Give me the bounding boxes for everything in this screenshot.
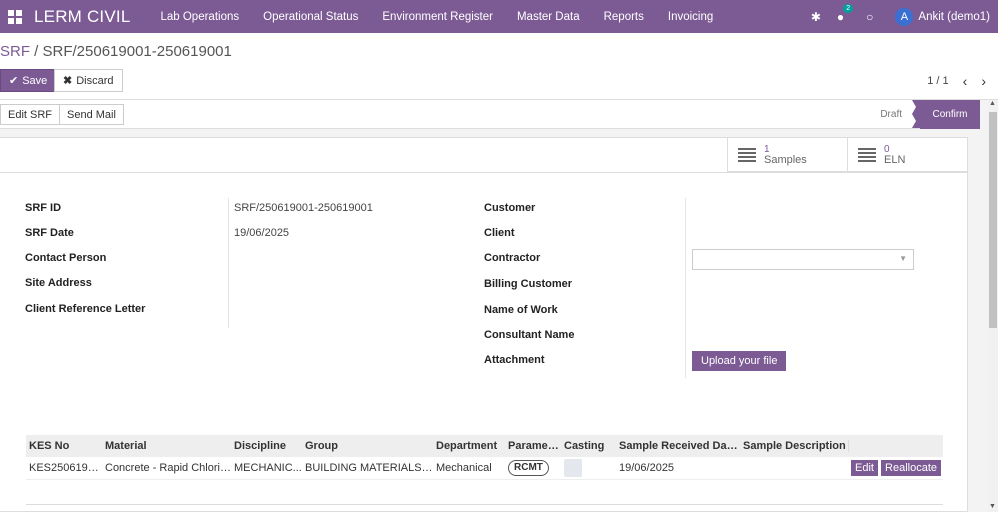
field-separator — [228, 198, 229, 328]
srf-date-label: SRF Date — [25, 227, 74, 239]
menu-reports[interactable]: Reports — [592, 11, 656, 23]
pager-next-icon[interactable]: › — [981, 73, 986, 89]
cell-department: Mechanical — [436, 462, 492, 474]
name-of-work-label: Name of Work — [484, 304, 558, 316]
field-separator — [685, 198, 686, 378]
menu-lab-operations[interactable]: Lab Operations — [148, 11, 251, 23]
divider — [0, 172, 968, 173]
site-address-label: Site Address — [25, 277, 92, 289]
send-mail-button[interactable]: Send Mail — [59, 104, 124, 125]
th-discipline[interactable]: Discipline — [231, 440, 302, 452]
srf-id-label: SRF ID — [25, 202, 62, 214]
stage-confirm[interactable]: Confirm — [912, 100, 980, 129]
check-icon: ✔ — [9, 75, 19, 87]
customer-label: Customer — [484, 202, 536, 214]
save-button[interactable]: ✔ Save — [0, 69, 57, 92]
form-statusbar: Edit SRF Send Mail Draft Confirm — [0, 100, 980, 129]
divider — [26, 504, 943, 505]
control-panel: SRF / SRF/250619001-250619001 ✔ Save ✖ D… — [0, 33, 998, 100]
top-navbar: LERM CIVIL Lab Operations Operational St… — [0, 0, 998, 33]
cell-casting — [561, 459, 616, 477]
chevron-down-icon: ▼ — [899, 254, 907, 263]
pager-prev-icon[interactable]: ‹ — [963, 73, 968, 89]
th-material[interactable]: Material — [102, 440, 231, 452]
main-menu: Lab Operations Operational Status Enviro… — [148, 11, 725, 23]
consultant-name-label: Consultant Name — [484, 329, 575, 341]
th-group[interactable]: Group — [302, 440, 433, 452]
avatar[interactable]: A — [895, 7, 914, 26]
contact-person-label: Contact Person — [25, 252, 107, 264]
eln-smart-button[interactable]: 0 ELN — [847, 138, 967, 172]
scroll-up-icon[interactable]: ▲ — [989, 100, 996, 107]
table-header: KES No Material Discipline Group Departm… — [26, 435, 943, 457]
save-label: Save — [22, 74, 48, 87]
client-label: Client — [484, 227, 515, 239]
samples-table: KES No Material Discipline Group Departm… — [26, 435, 943, 480]
discard-label: Discard — [76, 74, 114, 87]
row-edit-button[interactable]: Edit — [851, 460, 878, 476]
bug-icon[interactable]: ✱ — [811, 10, 821, 24]
close-icon: ✖ — [63, 75, 73, 87]
list-icon — [738, 148, 756, 162]
breadcrumb: SRF / SRF/250619001-250619001 — [0, 43, 232, 60]
apps-grid-icon[interactable] — [8, 9, 22, 24]
cell-actions: Edit Reallocate — [849, 460, 943, 476]
table-row[interactable]: KES2506190... Concrete - Rapid Chlorid..… — [26, 457, 943, 480]
scroll-thumb[interactable] — [989, 112, 997, 328]
breadcrumb-separator: / — [34, 43, 39, 60]
parameter-badge: RCMT — [508, 460, 549, 476]
edit-srf-button[interactable]: Edit SRF — [0, 104, 61, 125]
casting-checkbox[interactable] — [564, 459, 582, 477]
eln-label: ELN — [884, 154, 906, 166]
th-sample-description[interactable]: Sample Description — [740, 440, 849, 452]
samples-label: Samples — [764, 154, 807, 166]
th-department[interactable]: Department — [433, 440, 505, 452]
billing-customer-label: Billing Customer — [484, 278, 573, 290]
upload-file-button[interactable]: Upload your file — [692, 351, 787, 371]
cell-discipline: MECHANIC... — [234, 462, 302, 474]
th-sample-received-date[interactable]: Sample Received Date... — [616, 440, 740, 452]
scroll-down-icon[interactable]: ▼ — [989, 503, 996, 510]
contractor-select[interactable]: ▼ — [692, 249, 914, 270]
navbar-systray: ✱ ● 2 ○ A Ankit (demo1) — [803, 0, 998, 33]
cell-group: BUILDING MATERIALS -... — [305, 462, 433, 474]
contractor-label: Contractor — [484, 252, 541, 264]
page-scrollbar[interactable]: ▲ ▼ — [988, 100, 998, 512]
th-kes-no[interactable]: KES No — [26, 440, 102, 452]
cell-received-date: 19/06/2025 — [619, 462, 675, 474]
pager: 1 / 1 ‹ › — [927, 73, 986, 89]
menu-invoicing[interactable]: Invoicing — [656, 11, 725, 23]
chat-icon[interactable]: ● 2 — [837, 3, 854, 24]
cell-parameter: RCMT — [505, 460, 561, 476]
discard-button[interactable]: ✖ Discard — [54, 69, 123, 92]
breadcrumb-current: SRF/250619001-250619001 — [42, 43, 232, 60]
stage-confirm-label: Confirm — [932, 109, 968, 120]
menu-operational-status[interactable]: Operational Status — [251, 11, 370, 23]
client-reference-letter-label: Client Reference Letter — [25, 303, 146, 315]
form-sheet: 1 Samples 0 ELN SRF ID SRF/250619001-250… — [0, 137, 968, 512]
smart-buttons: 1 Samples 0 ELN — [727, 138, 967, 172]
chat-badge: 2 — [843, 3, 854, 13]
srf-date-value[interactable]: 19/06/2025 — [234, 227, 289, 239]
list-icon — [858, 148, 876, 162]
username[interactable]: Ankit (demo1) — [918, 11, 990, 23]
clock-icon[interactable]: ○ — [866, 10, 873, 24]
row-reallocate-button[interactable]: Reallocate — [881, 460, 942, 476]
brand-name[interactable]: LERM CIVIL — [34, 7, 130, 27]
cell-material: Concrete - Rapid Chlorid... — [105, 462, 231, 474]
th-casting[interactable]: Casting — [561, 440, 616, 452]
stage-draft[interactable]: Draft — [880, 100, 916, 129]
breadcrumb-parent[interactable]: SRF — [0, 43, 30, 60]
menu-environment-register[interactable]: Environment Register — [370, 11, 505, 23]
srf-id-value[interactable]: SRF/250619001-250619001 — [234, 202, 373, 214]
menu-master-data[interactable]: Master Data — [505, 11, 592, 23]
attachment-label: Attachment — [484, 354, 545, 366]
pager-value[interactable]: 1 / 1 — [927, 75, 948, 87]
samples-smart-button[interactable]: 1 Samples — [727, 138, 847, 172]
th-parameter[interactable]: Parameter — [505, 440, 561, 452]
cell-kes-no: KES2506190... — [29, 462, 102, 474]
